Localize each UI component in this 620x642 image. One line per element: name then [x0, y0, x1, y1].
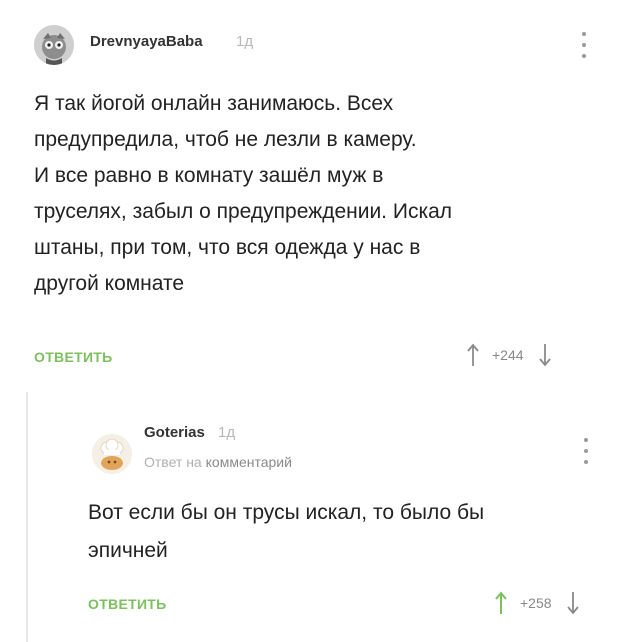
score: +244	[492, 347, 524, 363]
reply-to-note: Ответ на комментарий	[144, 454, 292, 470]
arrow-down-icon[interactable]	[538, 342, 552, 368]
username[interactable]: Goterias	[144, 424, 205, 441]
username[interactable]: DrevnyayaBaba	[90, 33, 203, 50]
comment-age: 1д	[218, 424, 236, 441]
comment-text: Я так йогой онлайн занимаюсь. Всех преду…	[34, 92, 453, 295]
arrow-up-icon[interactable]	[494, 590, 508, 616]
more-vertical-icon[interactable]	[580, 32, 588, 58]
reply-button[interactable]: ОТВЕТИТЬ	[34, 349, 113, 365]
chef-avatar-icon	[92, 434, 132, 474]
more-vertical-icon[interactable]	[582, 438, 590, 464]
avatar[interactable]	[34, 25, 74, 65]
comment: DrevnyayaBaba 1д Я так йогой онлайн зани…	[0, 0, 620, 390]
reply-comment: Goterias 1д Ответ на комментарий Вот есл…	[54, 392, 620, 642]
arrow-down-icon[interactable]	[566, 590, 580, 616]
thread-line	[26, 392, 28, 642]
comment-text: Вот если бы он трусы искал, то было бы э…	[88, 501, 485, 562]
avatar-image-icon	[34, 25, 74, 65]
arrow-up-icon[interactable]	[466, 342, 480, 368]
vote-controls: +244	[466, 342, 552, 368]
comment-age: 1д	[236, 33, 254, 50]
reply-to-prefix: Ответ на	[144, 454, 202, 470]
reply-thread: Goterias 1д Ответ на комментарий Вот есл…	[26, 392, 620, 642]
avatar[interactable]	[92, 434, 132, 474]
score: +258	[520, 595, 552, 611]
reply-to-link[interactable]: комментарий	[206, 454, 292, 470]
vote-controls: +258	[494, 590, 580, 616]
reply-button[interactable]: ОТВЕТИТЬ	[88, 596, 167, 612]
